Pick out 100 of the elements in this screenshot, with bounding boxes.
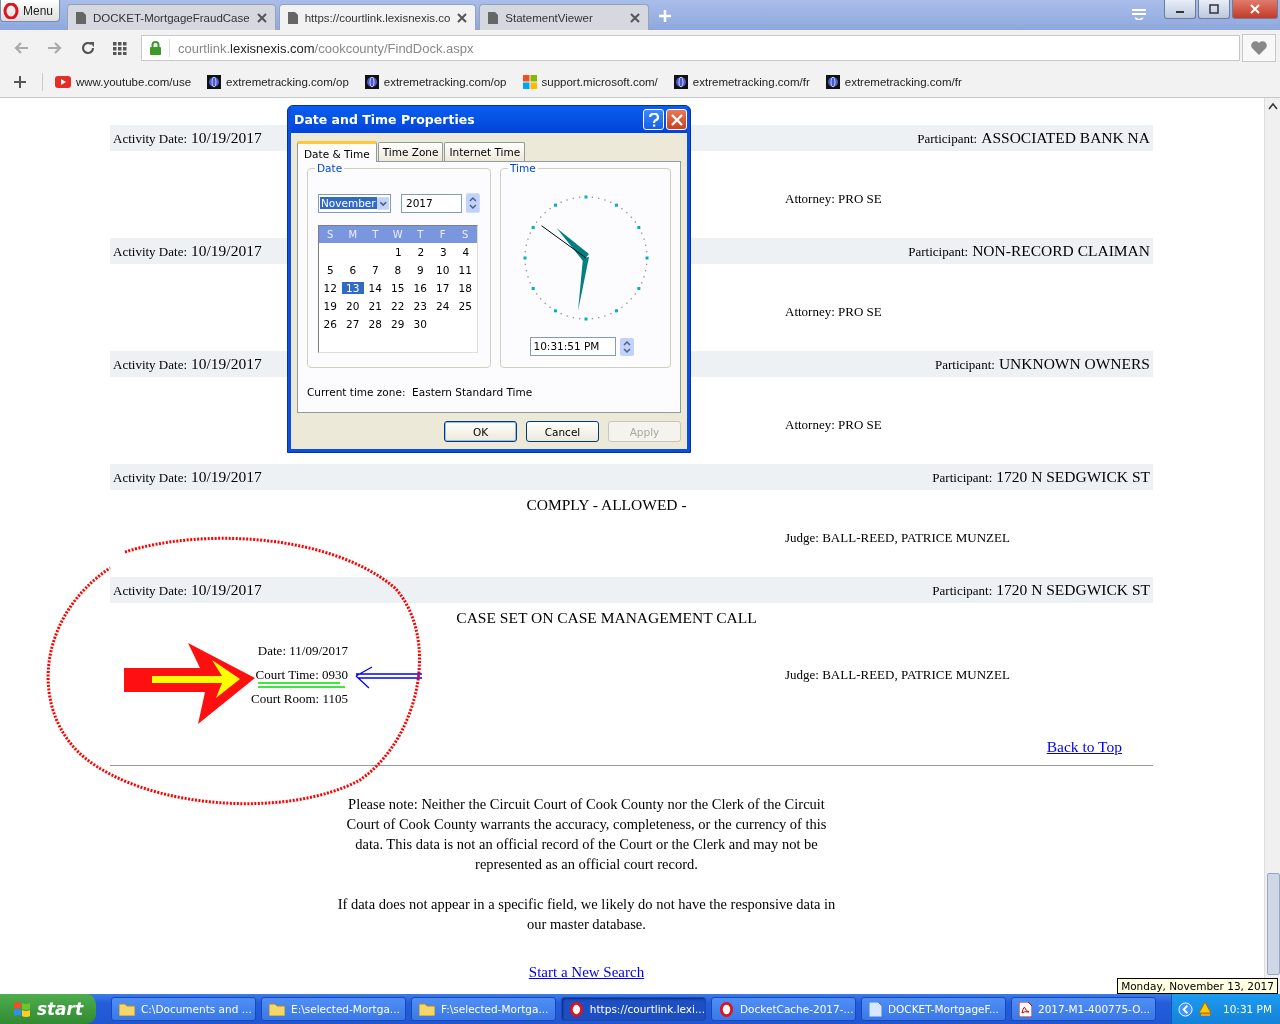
taskbar-item[interactable]: F:\selected-Mortga... <box>411 997 556 1021</box>
expand-icon[interactable] <box>1178 1001 1193 1017</box>
year-field[interactable]: 2017 <box>401 193 463 213</box>
grid-icon[interactable] <box>113 41 127 55</box>
bookmark-item[interactable]: extremetracking.com/fr <box>825 74 962 89</box>
browser-tab[interactable]: StatementViewer <box>479 4 650 30</box>
calendar-day[interactable]: 15 <box>386 282 409 294</box>
bookmark-item[interactable]: www.youtube.com/use <box>55 75 192 88</box>
calendar-day[interactable]: 22 <box>386 300 409 312</box>
scrollbar-thumb[interactable] <box>1267 873 1280 975</box>
spinner-icon[interactable] <box>619 337 634 356</box>
taskbar-item[interactable]: DOCKET-MortgageF... <box>861 997 1006 1021</box>
calendar-day[interactable]: 14 <box>364 282 387 294</box>
calendar-day[interactable]: 18 <box>454 282 477 294</box>
document-icon <box>869 1001 882 1017</box>
help-button[interactable] <box>643 109 664 130</box>
browser-logo-icon <box>719 1001 734 1017</box>
dialog-tab[interactable]: Date & Time <box>297 141 377 162</box>
dialog-tab[interactable]: Internet Time <box>444 142 526 161</box>
spinner-icon[interactable] <box>466 193 480 213</box>
calendar-day[interactable]: 26 <box>319 318 342 330</box>
dialog-button[interactable]: Cancel <box>526 421 599 442</box>
taskbar-item[interactable]: E:\selected-Mortga... <box>261 997 406 1021</box>
calendar-day[interactable]: 7 <box>364 264 387 276</box>
calendar-day[interactable]: 24 <box>431 300 454 312</box>
calendar-day[interactable]: 11 <box>454 264 477 276</box>
activity-date: Activity Date: 10/19/2017 <box>113 581 262 599</box>
calendar-day[interactable]: 16 <box>409 282 432 294</box>
group-label: Time <box>508 162 538 174</box>
start-button[interactable]: start <box>0 994 96 1024</box>
calendar-day[interactable]: 1 <box>387 246 410 258</box>
calendar-day[interactable]: 20 <box>341 300 364 312</box>
calendar-day[interactable]: 6 <box>341 264 364 276</box>
taskbar-item[interactable]: DocketCache-2017-... <box>711 997 856 1021</box>
taskbar-item[interactable]: https://courtlink.lexi... <box>561 997 706 1021</box>
calendar-day[interactable]: 19 <box>319 300 342 312</box>
calendar-day[interactable]: 23 <box>409 300 432 312</box>
maximize-button[interactable] <box>1198 0 1230 19</box>
bookmark-item[interactable]: extremetracking.com/op <box>364 74 507 89</box>
calendar-day[interactable]: 9 <box>409 264 432 276</box>
time-field[interactable]: 10:31:51 PM <box>529 337 616 356</box>
address-field[interactable]: courtlink.lexisnexis.com/cookcounty/FindDock.aspx <box>141 35 1240 61</box>
new-search-link[interactable]: Start a New Search <box>528 964 645 980</box>
month-dropdown[interactable]: November <box>318 193 391 213</box>
browser-tab[interactable]: https://courtlink.lexisnexis.co <box>278 4 477 30</box>
weekday-label: T <box>371 229 380 240</box>
notice-paragraph: If data does not appear in a specific field, we likely do not have the responsive data in our master database. <box>336 895 837 934</box>
close-icon <box>1250 4 1260 14</box>
add-icon[interactable] <box>14 75 26 88</box>
reload-icon[interactable] <box>81 41 95 55</box>
participant: Participant: NON-RECORD CLAIMAN <box>908 242 1150 260</box>
dialog-button[interactable]: OK <box>444 421 517 442</box>
play-icon <box>55 75 71 88</box>
security-alert-icon[interactable] <box>1197 1001 1213 1017</box>
taskbar-label: DocketCache-2017-... <box>740 1003 854 1015</box>
browser-logo-icon <box>3 2 19 19</box>
close-icon[interactable] <box>457 12 468 23</box>
calendar-day[interactable]: 10 <box>431 264 454 276</box>
calendar-day[interactable]: 21 <box>364 300 387 312</box>
taskbar-label: DOCKET-MortgageF... <box>888 1003 999 1015</box>
calendar-day[interactable]: 29 <box>386 318 409 330</box>
calendar-day[interactable]: 2 <box>409 246 432 258</box>
calendar-day[interactable]: 5 <box>319 264 342 276</box>
minimize-button[interactable] <box>1164 0 1196 19</box>
calendar-day[interactable]: 3 <box>432 246 455 258</box>
activity-date: Activity Date: 10/19/2017 <box>113 355 262 373</box>
close-button[interactable] <box>1232 0 1278 19</box>
heart-icon <box>1250 40 1268 56</box>
browser-tab[interactable]: DOCKET-MortgageFraudCase <box>67 4 276 30</box>
folder-icon <box>119 1002 135 1016</box>
bookmark-item[interactable]: support.microsoft.com/ <box>522 74 658 89</box>
taskbar-item[interactable]: C:\Documents and ... <box>111 997 256 1021</box>
bookmark-item[interactable]: extremetracking.com/op <box>207 74 349 89</box>
close-icon[interactable] <box>256 12 267 23</box>
back-to-top-link[interactable]: Back to Top <box>1046 738 1122 755</box>
close-icon[interactable] <box>630 12 641 23</box>
folder-icon <box>419 1002 435 1016</box>
calendar-day[interactable]: 27 <box>341 318 364 330</box>
calendar-day[interactable]: 17 <box>431 282 454 294</box>
party-detail: Attorney: PRO SE <box>785 417 882 433</box>
close-icon <box>670 113 683 126</box>
participant: Participant: UNKNOWN OWNERS <box>934 355 1150 373</box>
hearing-detail: Date: 11/09/2017 <box>257 643 348 658</box>
windows-icon <box>12 1001 31 1017</box>
calendar-day[interactable]: 12 <box>319 282 342 294</box>
bookmark-item[interactable]: extremetracking.com/fr <box>673 74 810 89</box>
taskbar-label: C:\Documents and ... <box>141 1003 252 1015</box>
calendar-day[interactable]: 13 <box>341 282 364 294</box>
calendar-day[interactable]: 28 <box>364 318 387 330</box>
bookmark-button[interactable] <box>1242 34 1276 62</box>
calendar-day[interactable]: 4 <box>454 246 477 258</box>
calendar-day[interactable]: 25 <box>454 300 477 312</box>
bookmark-label: www.youtube.com/use <box>76 75 192 88</box>
calendar-day[interactable]: 30 <box>409 318 432 330</box>
menu-button[interactable]: Menu <box>0 0 61 22</box>
scroll-up-icon[interactable] <box>1267 102 1278 110</box>
taskbar-item[interactable]: 2017-M1-400775-O... <box>1011 997 1156 1021</box>
party-detail: Judge: BALL-REED, PATRICE MUNZEL <box>785 667 1010 683</box>
dialog-tab[interactable]: Time Zone <box>377 142 444 161</box>
calendar-day[interactable]: 8 <box>386 264 409 276</box>
